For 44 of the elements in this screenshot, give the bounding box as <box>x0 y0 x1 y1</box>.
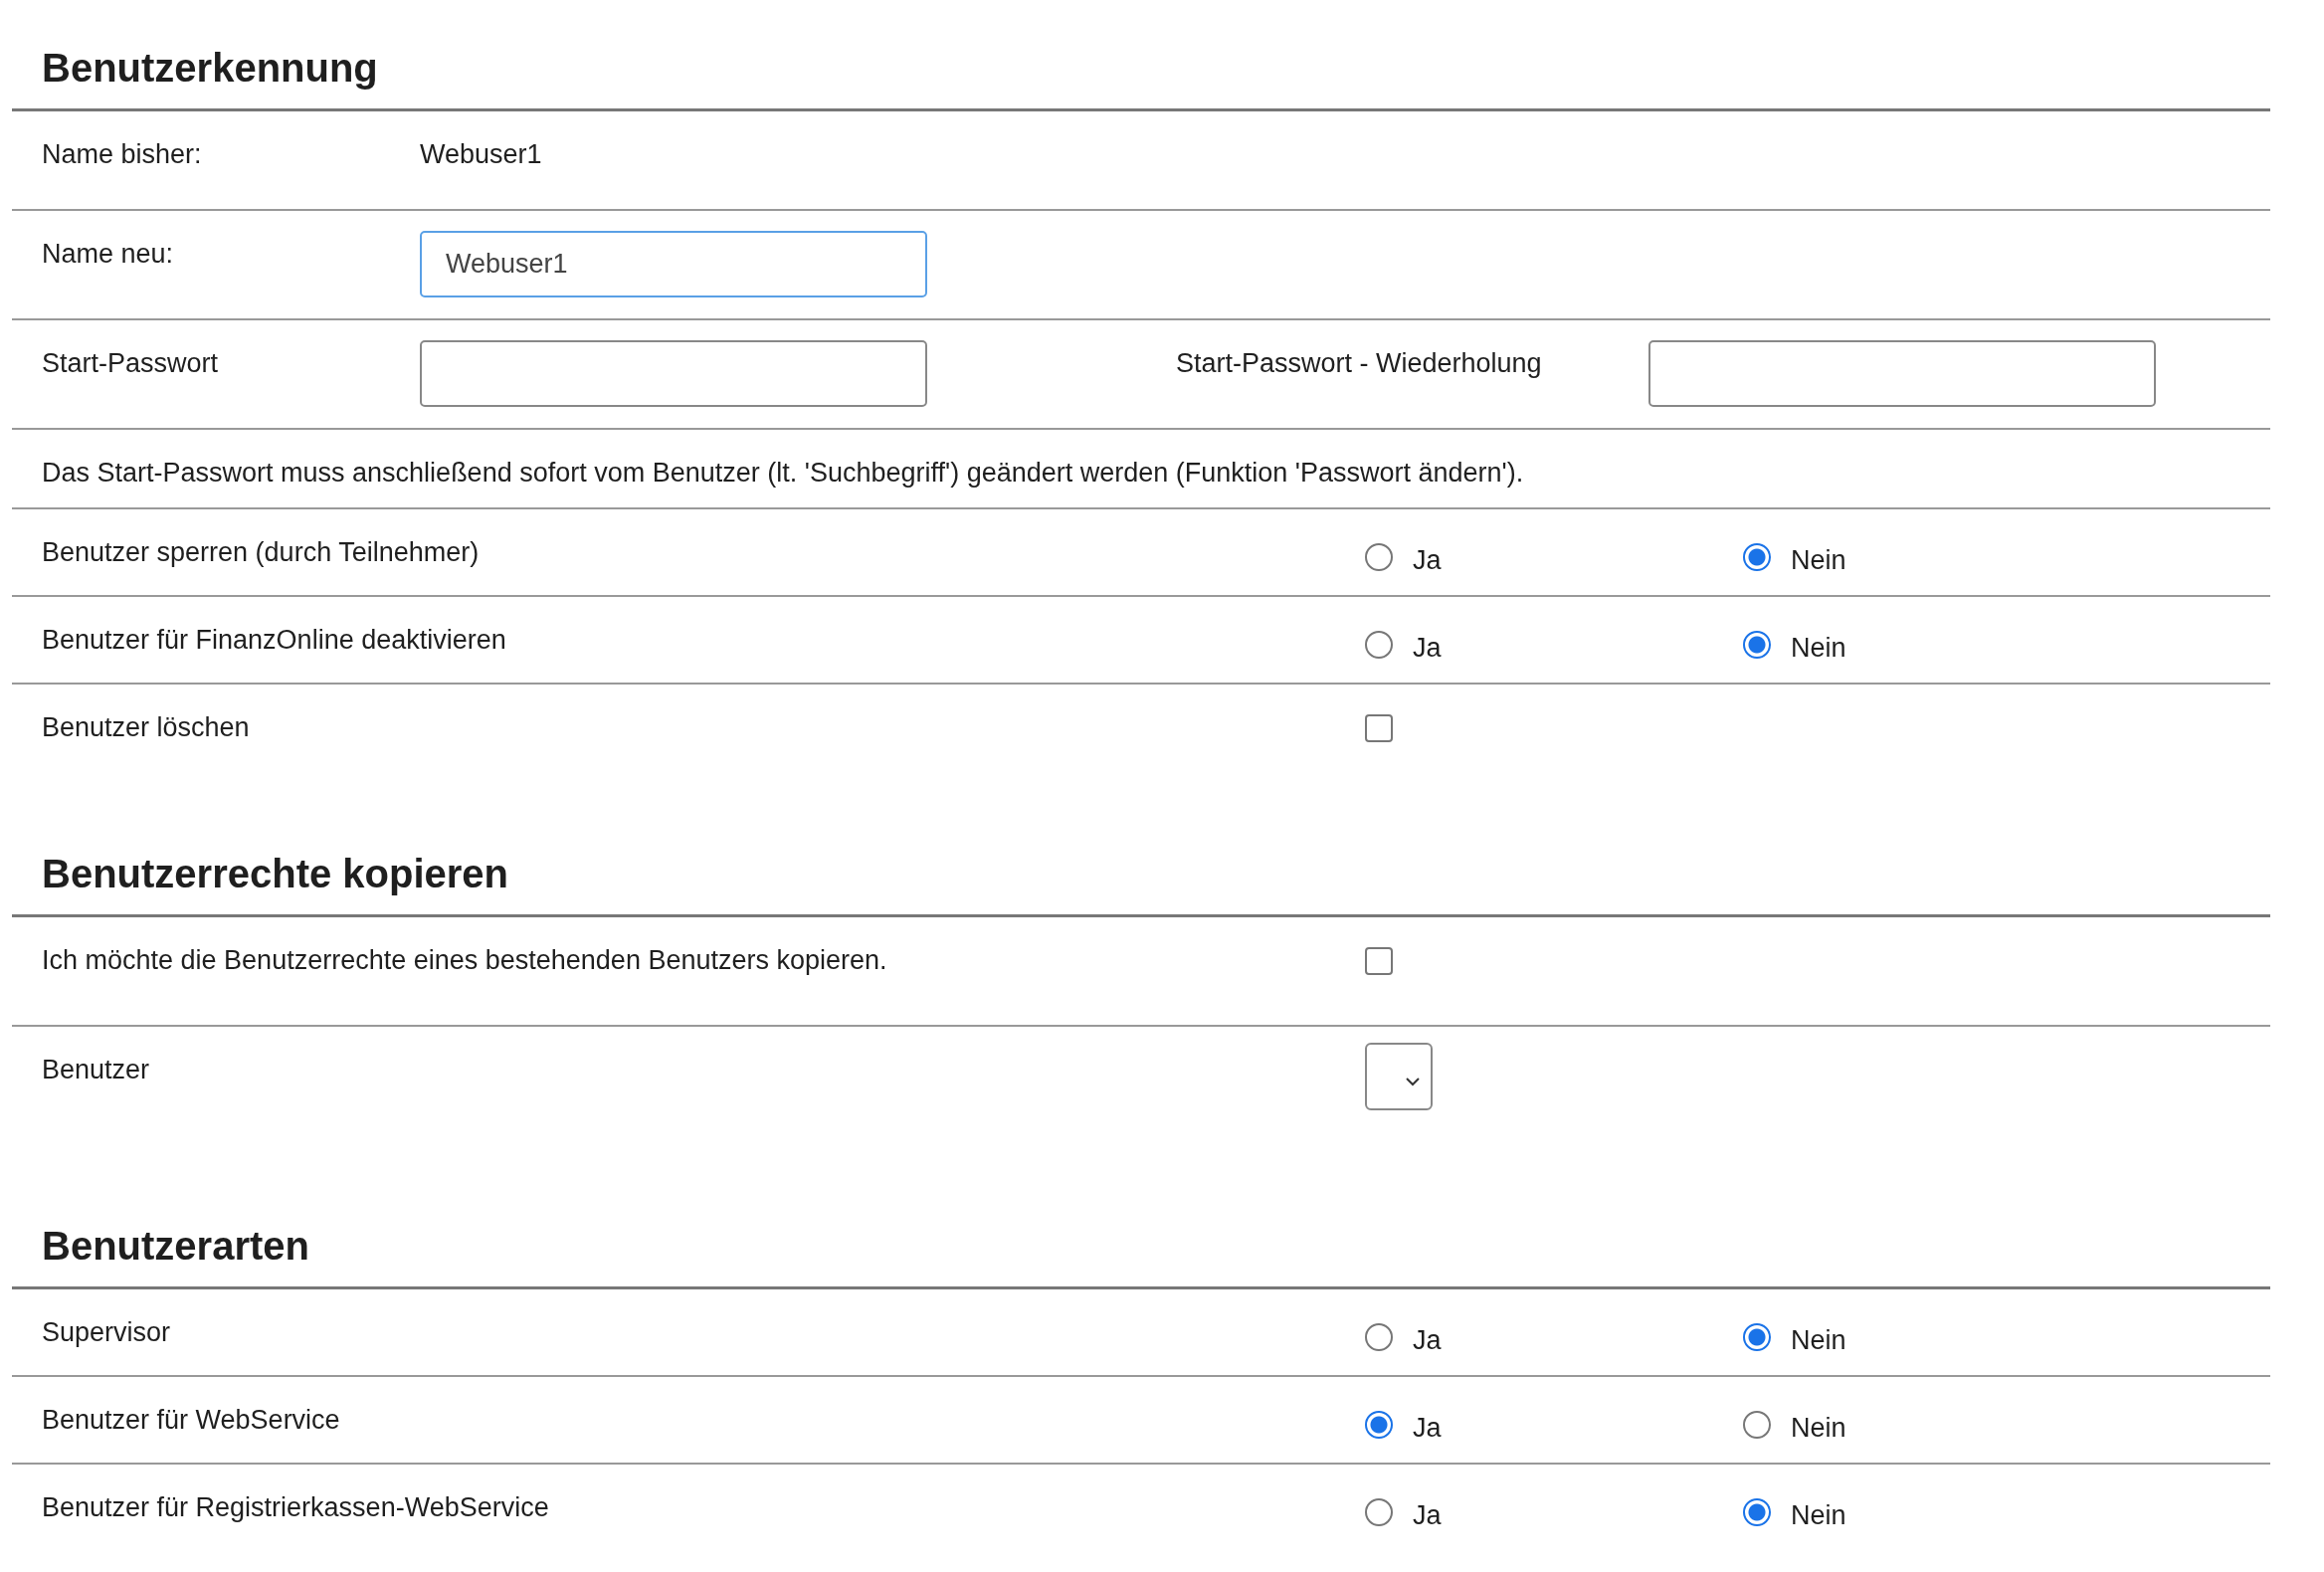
field-label: Ich möchte die Benutzerrechte eines bestehenden Benutzers kopieren. <box>42 944 888 977</box>
radio-label: Nein <box>1791 633 1846 664</box>
field-label: Benutzer <box>42 1054 151 1086</box>
radio-button[interactable] <box>1743 1497 1771 1526</box>
field-label: Benutzer für Registrierkassen-WebService <box>42 1491 550 1524</box>
section-heading: Benutzerkennung <box>12 18 2270 111</box>
radio-label: Nein <box>1791 1413 1846 1444</box>
checkbox[interactable] <box>1365 947 1393 975</box>
radio-button[interactable] <box>1743 1322 1771 1351</box>
field-label: Start-Passwort <box>42 347 220 380</box>
radio-button[interactable] <box>1365 542 1393 571</box>
radio-button[interactable] <box>1743 1410 1771 1439</box>
password-field[interactable] <box>420 340 927 407</box>
section-heading: Benutzerrechte kopieren <box>12 824 2270 917</box>
radio-label: Ja <box>1413 633 1442 664</box>
field-label: Start-Passwort - Wiederholung <box>1176 347 1543 380</box>
field-label: Name bisher: <box>42 138 203 171</box>
radio-button[interactable] <box>1365 1497 1393 1526</box>
field-label: Benutzer für WebService <box>42 1404 341 1437</box>
field-label: Benutzer sperren (durch Teilnehmer) <box>42 536 481 569</box>
field-label: Benutzer löschen <box>42 711 251 744</box>
field-value: Webuser1 <box>420 138 542 171</box>
radio-label: Ja <box>1413 1413 1442 1444</box>
radio-label: Ja <box>1413 1500 1442 1531</box>
radio-button[interactable] <box>1365 1410 1393 1439</box>
input-field[interactable]: Webuser1 <box>420 231 927 297</box>
radio-button[interactable] <box>1743 542 1771 571</box>
info-text: Das Start-Passwort muss anschließend sofort vom Benutzer (lt. 'Suchbegriff') geändert werden (Funktion 'Passwort ändern'). <box>42 457 1525 490</box>
chevron-down-icon <box>1405 1077 1421 1086</box>
field-label: Benutzer für FinanzOnline deaktivieren <box>42 624 507 657</box>
checkbox[interactable] <box>1365 714 1393 742</box>
radio-button[interactable] <box>1365 1322 1393 1351</box>
radio-label: Ja <box>1413 1325 1442 1356</box>
radio-button[interactable] <box>1365 630 1393 659</box>
radio-label: Ja <box>1413 545 1442 576</box>
dropdown-select[interactable] <box>1365 1043 1433 1110</box>
radio-label: Nein <box>1791 1325 1846 1356</box>
field-label: Supervisor <box>42 1316 172 1349</box>
password-field[interactable] <box>1648 340 2156 407</box>
radio-label: Nein <box>1791 545 1846 576</box>
field-label: Name neu: <box>42 238 175 271</box>
section-heading: Benutzerarten <box>12 1196 2270 1289</box>
radio-label: Nein <box>1791 1500 1846 1531</box>
radio-button[interactable] <box>1743 630 1771 659</box>
